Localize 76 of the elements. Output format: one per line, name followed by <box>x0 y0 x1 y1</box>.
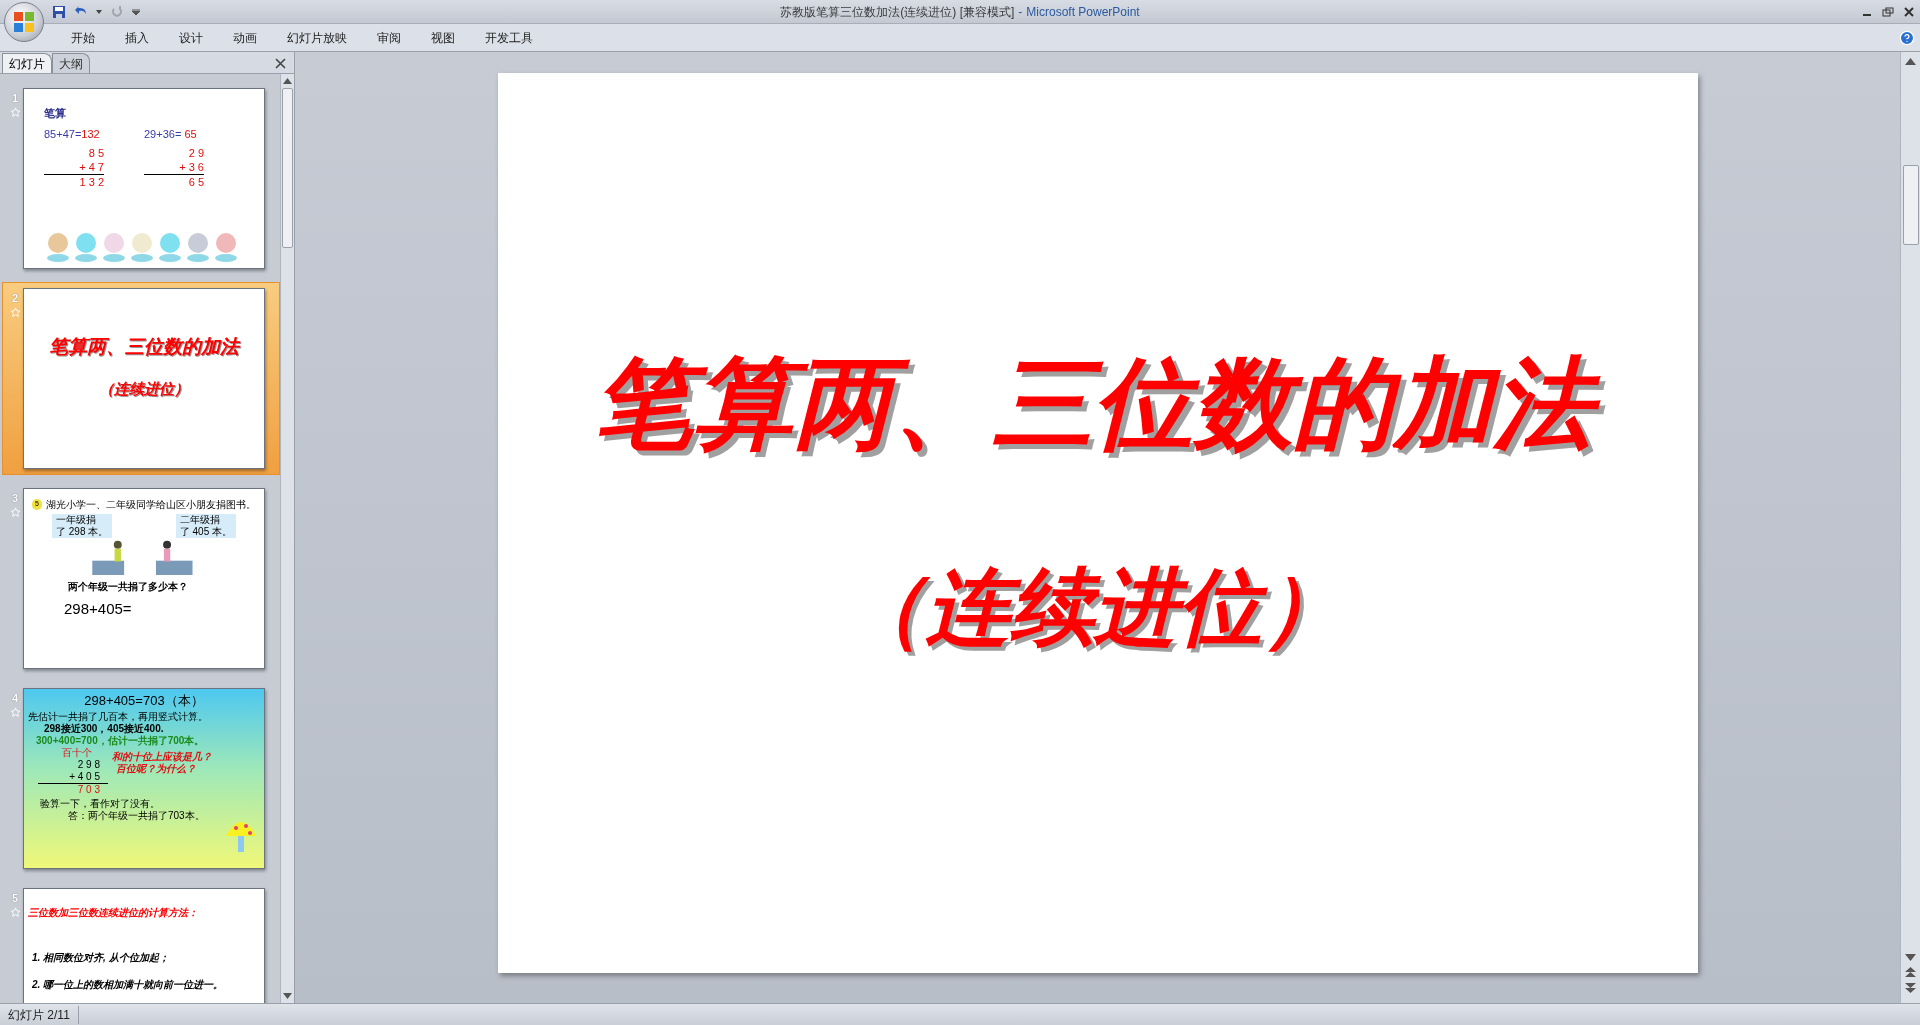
sum-text: 6 5 <box>188 175 204 189</box>
scrollbar[interactable] <box>280 74 294 1003</box>
solution-line: 先估计一共捐了几百本，再用竖式计算。 <box>28 711 209 723</box>
problem-caption: 湖光小学一、二年级同学给山区小朋友捐图书。 <box>46 498 256 512</box>
ribbon-tab[interactable]: 插入 <box>114 28 160 47</box>
title-separator: - <box>1018 4 1023 21</box>
ribbon-tab[interactable]: 审阅 <box>366 28 412 47</box>
sum-text: 7 0 3 <box>77 784 100 796</box>
app-name: Microsoft PowerPoint <box>1026 4 1140 21</box>
slide-number: 2 <box>11 291 19 306</box>
slide-thumbnail[interactable]: 2 笔算两、三位数的加法 （连续进位） <box>2 282 280 475</box>
customize-caret-icon[interactable] <box>132 8 140 15</box>
star-icon <box>9 106 21 118</box>
addend-text: + 3 6 <box>179 160 204 174</box>
speech-bubble: 二年级捐 了 405 本。 <box>175 514 236 538</box>
caret-icon[interactable] <box>96 9 102 14</box>
sum-text: 1 3 2 <box>79 175 104 189</box>
next-slide-icon[interactable] <box>1905 983 1916 993</box>
slide-heading: 笔算 <box>44 106 67 121</box>
ribbon-tab[interactable]: 幻灯片放映 <box>276 28 358 47</box>
scroll-thumb[interactable] <box>1902 165 1919 245</box>
slide-heading: 298+405=703（本） <box>84 693 204 709</box>
previous-slide-icon[interactable] <box>1905 967 1916 977</box>
star-icon <box>9 706 21 718</box>
help-icon[interactable] <box>1899 29 1915 46</box>
answer-text: 答：两个年级一共捐了703本。 <box>68 810 206 822</box>
star-icon <box>9 306 21 318</box>
slide-subtitle: （连续进位） <box>841 559 1347 656</box>
pane-tab[interactable]: 幻灯片 <box>2 53 52 73</box>
slide-number: 4 <box>11 691 19 706</box>
star-icon <box>9 506 21 518</box>
speech-bubble: 一年级捐 了 298 本。 <box>52 514 113 538</box>
slide-subtitle: （连续进位） <box>99 378 189 399</box>
pane-tab[interactable]: 大纲 <box>52 53 90 73</box>
star-icon <box>9 906 21 918</box>
scroll-up-icon[interactable] <box>283 78 292 84</box>
solution-line: 298接近300，405接近400. <box>44 723 165 735</box>
prompt-question: 和的十位上应该是几？ <box>112 751 212 763</box>
scroll-up-icon[interactable] <box>1905 58 1916 65</box>
equation-text: 298+405= <box>64 599 133 619</box>
slide-title: 三位数加三位数连续进位的计算方法： <box>28 906 199 920</box>
addend-text: + 4 0 5 <box>69 771 100 783</box>
slide-title: 笔算两、三位数的加法 <box>592 343 1603 471</box>
place-labels: 百十个 <box>62 747 92 759</box>
scroll-down-icon[interactable] <box>283 993 292 999</box>
addend-text: + 4 7 <box>79 160 104 174</box>
scroll-down-icon[interactable] <box>1905 954 1916 961</box>
addend-text: 2 9 <box>188 146 204 160</box>
scrollbar[interactable] <box>1900 52 1920 1003</box>
slide-counter: 幻灯片 2/11 <box>0 1005 79 1024</box>
ribbon-tab[interactable]: 开始 <box>60 28 106 47</box>
method-item: 1. 相同数位对齐, 从个位加起； <box>32 951 170 965</box>
prompt-question: 百位呢？为什么？ <box>116 763 197 775</box>
solution-line: 300+400=700，估计一共捐了700本。 <box>36 735 206 747</box>
slide-title: 笔算两、三位数的加法 <box>49 335 239 359</box>
method-item: 2. 哪一位上的数相加满十就向前一位进一。 <box>32 978 225 992</box>
close-icon[interactable] <box>275 58 286 69</box>
ribbon-tab[interactable]: 开发工具 <box>474 28 544 47</box>
addend-text: 2 9 8 <box>77 759 100 771</box>
check-text: 验算一下，看作对了没有。 <box>40 798 161 810</box>
slide-number: 3 <box>11 491 19 506</box>
restore-icon[interactable] <box>1882 6 1894 17</box>
addend-text: 8 5 <box>88 146 104 160</box>
ribbon-tab[interactable]: 动画 <box>222 28 268 47</box>
problem-question: 两个年级一共捐了多少本？ <box>68 580 189 594</box>
window-title: 苏教版笔算三位数加法(连续进位) [兼容模式] <box>780 4 1015 21</box>
scroll-thumb[interactable] <box>282 88 293 248</box>
ribbon-tab[interactable]: 视图 <box>420 28 466 47</box>
office-logo-icon <box>13 11 35 33</box>
close-icon[interactable] <box>1904 6 1914 17</box>
ribbon-tab[interactable]: 设计 <box>168 28 214 47</box>
slide-number: 5 <box>11 891 19 906</box>
equation-text: 29+36= 65 <box>144 126 197 142</box>
save-icon[interactable] <box>52 4 66 19</box>
equation-text: 85+47=132 <box>44 126 100 142</box>
slide-number: 1 <box>11 91 19 106</box>
